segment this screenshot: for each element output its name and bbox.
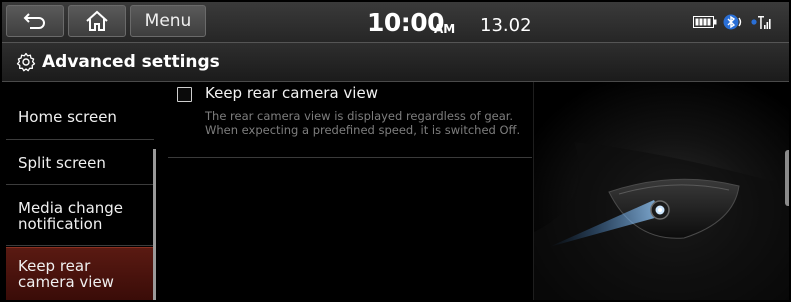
sidebar-item-label: Keep rear camera view bbox=[18, 257, 114, 291]
gear-icon bbox=[16, 52, 36, 72]
sidebar-item-label: Split screen bbox=[18, 153, 106, 172]
back-arrow-icon bbox=[23, 13, 45, 29]
battery-icon bbox=[693, 16, 717, 28]
clock-ampm: AM bbox=[434, 22, 456, 36]
title-bar: Advanced settings bbox=[2, 43, 789, 82]
rear-camera-illustration bbox=[534, 82, 789, 300]
status-icons bbox=[693, 13, 771, 31]
menu-button[interactable]: Menu bbox=[130, 5, 206, 37]
settings-content: Keep rear camera view The rear camera vi… bbox=[158, 82, 533, 300]
option-label: Keep rear camera view bbox=[205, 84, 378, 102]
keep-rear-camera-view-option[interactable]: Keep rear camera view The rear camera vi… bbox=[168, 82, 532, 158]
settings-sidebar: Home screen Split screen Media change no… bbox=[2, 82, 156, 300]
status-bar: Menu 10:00 AM 13.02 bbox=[2, 2, 789, 43]
screen-frame: Menu 10:00 AM 13.02 Advanced settings Ho… bbox=[2, 2, 789, 300]
bluetooth-audio-icon bbox=[723, 14, 742, 30]
sidebar-scrollbar[interactable] bbox=[153, 149, 156, 300]
right-edge-handle[interactable] bbox=[785, 150, 789, 206]
signal-icon bbox=[751, 16, 771, 29]
page-title: Advanced settings bbox=[42, 52, 220, 72]
date-text: 13.02 bbox=[480, 15, 532, 36]
home-icon bbox=[86, 10, 108, 31]
sidebar-item-label: Home screen bbox=[18, 107, 117, 126]
back-button[interactable] bbox=[6, 5, 64, 37]
keep-rear-camera-view-checkbox[interactable] bbox=[177, 87, 192, 102]
sidebar-item-label: Media change notification bbox=[18, 198, 124, 233]
sidebar-item-split-screen[interactable]: Split screen bbox=[6, 141, 154, 185]
sidebar-item-keep-rear-camera-view[interactable]: Keep rear camera view bbox=[6, 247, 154, 300]
home-button[interactable] bbox=[68, 5, 126, 37]
clock-time: 10:00 bbox=[367, 8, 445, 37]
option-description: The rear camera view is displayed regard… bbox=[205, 109, 521, 137]
sidebar-item-home-screen[interactable]: Home screen bbox=[6, 82, 154, 140]
sidebar-item-media-change-notification[interactable]: Media change notification bbox=[6, 186, 154, 246]
